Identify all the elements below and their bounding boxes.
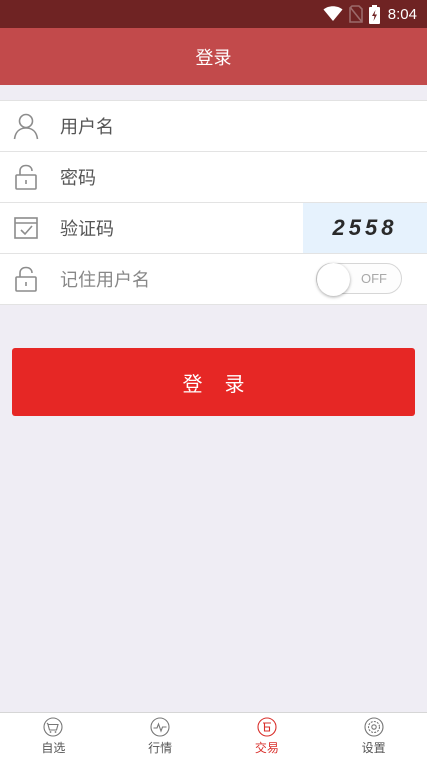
wifi-icon (323, 6, 343, 21)
tab-label: 行情 (148, 741, 173, 755)
header-bar: 登录 (0, 28, 427, 85)
username-field[interactable]: 用户名 (60, 113, 114, 139)
trade-icon (257, 717, 277, 737)
remember-toggle[interactable]: OFF (316, 263, 402, 296)
username-row[interactable]: 用户名 (0, 101, 427, 152)
tab-settings[interactable]: 设置 (320, 713, 427, 762)
pulse-icon (150, 717, 170, 737)
verify-icon (14, 217, 38, 239)
bottom-tabbar: 自选 行情 交易 设置 (0, 712, 427, 762)
captcha-image[interactable]: 2558 (303, 203, 427, 253)
lock-icon (15, 266, 37, 292)
settings-icon (364, 717, 384, 737)
tab-trade[interactable]: 交易 (214, 713, 321, 762)
user-icon (13, 113, 39, 140)
login-form: 用户名 密码 验证码 2558 记住用户名 OFF (0, 100, 427, 305)
basket-icon (43, 717, 63, 737)
login-button[interactable]: 登录 (12, 348, 415, 416)
lock-icon (15, 164, 37, 190)
password-field[interactable]: 密码 (60, 164, 96, 190)
tab-label: 自选 (41, 741, 66, 755)
toggle-knob (317, 263, 350, 296)
status-bar: 8:04 (0, 0, 427, 28)
toggle-state-text: OFF (361, 271, 387, 286)
tab-label: 设置 (361, 741, 386, 755)
remember-label: 记住用户名 (60, 270, 150, 291)
password-row[interactable]: 密码 (0, 152, 427, 203)
remember-row: 记住用户名 OFF (0, 254, 427, 305)
captcha-row[interactable]: 验证码 2558 (0, 203, 427, 254)
tab-market[interactable]: 行情 (107, 713, 214, 762)
page-title: 登录 (195, 47, 232, 69)
status-time: 8:04 (387, 5, 417, 23)
captcha-field[interactable]: 验证码 (60, 215, 114, 241)
status-icons: 8:04 (323, 0, 417, 28)
tab-label: 交易 (254, 741, 279, 755)
battery-charging-icon (368, 4, 380, 24)
tab-favorites[interactable]: 自选 (0, 713, 107, 762)
no-sim-icon (348, 5, 363, 23)
